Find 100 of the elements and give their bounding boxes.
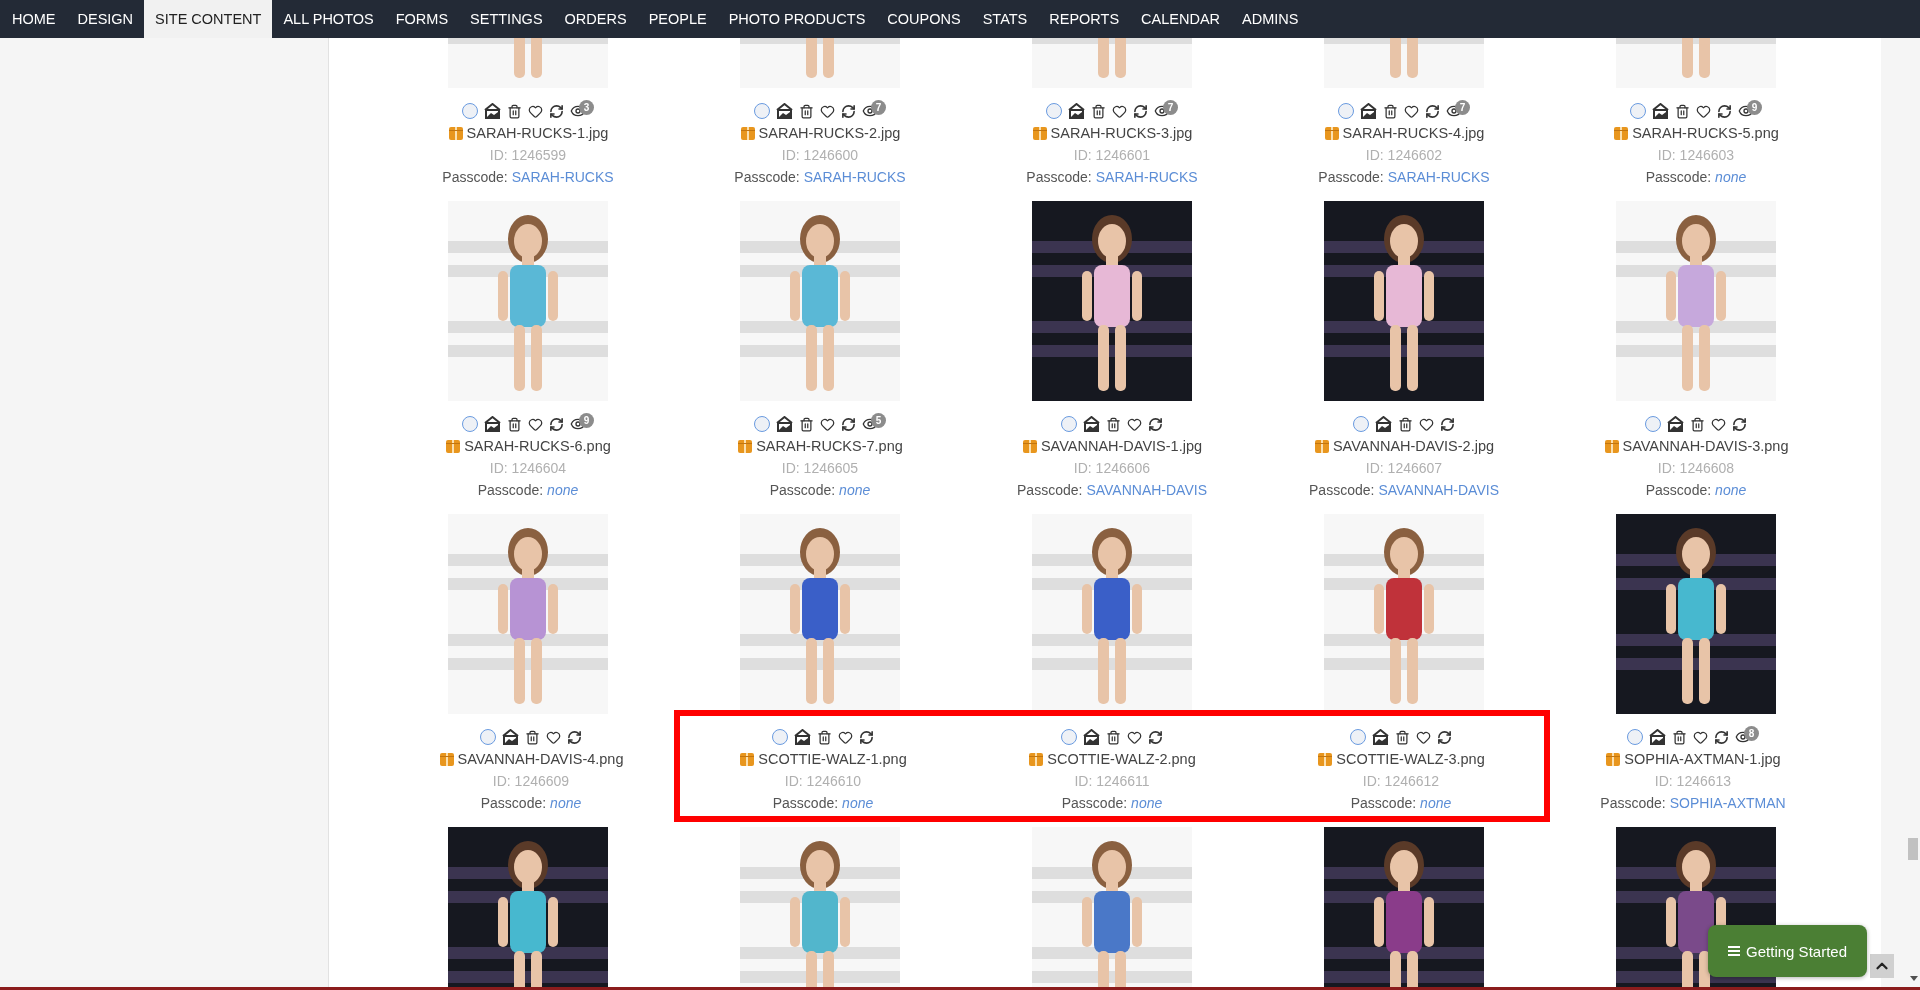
image-upload-icon[interactable] xyxy=(794,729,811,745)
select-checkbox[interactable] xyxy=(1061,416,1077,432)
refresh-icon[interactable] xyxy=(1732,416,1747,432)
image-upload-icon[interactable] xyxy=(484,103,501,119)
heart-icon[interactable] xyxy=(1127,416,1142,432)
heart-icon[interactable] xyxy=(820,416,835,432)
image-upload-icon[interactable] xyxy=(776,103,793,119)
image-upload-icon[interactable] xyxy=(1667,416,1684,432)
heart-icon[interactable] xyxy=(1404,103,1419,119)
image-upload-icon[interactable] xyxy=(1649,729,1666,745)
nav-tab[interactable]: SETTINGS xyxy=(459,0,554,38)
image-upload-icon[interactable] xyxy=(1652,103,1669,119)
nav-tab[interactable]: REPORTS xyxy=(1038,0,1131,38)
nav-tab[interactable]: ADMINS xyxy=(1231,0,1310,38)
heart-icon[interactable] xyxy=(528,103,543,119)
refresh-icon[interactable] xyxy=(549,416,564,432)
image-upload-icon[interactable] xyxy=(484,416,501,432)
nav-tab[interactable]: FORMS xyxy=(384,0,460,38)
trash-icon[interactable] xyxy=(1395,729,1410,745)
image-upload-icon[interactable] xyxy=(502,729,519,745)
nav-tab[interactable]: ORDERS xyxy=(553,0,638,38)
eye-icon[interactable] xyxy=(1738,103,1754,119)
image-upload-icon[interactable] xyxy=(1083,729,1100,745)
trash-icon[interactable] xyxy=(507,103,522,119)
refresh-icon[interactable] xyxy=(841,103,856,119)
heart-icon[interactable] xyxy=(528,416,543,432)
eye-icon[interactable] xyxy=(1446,103,1462,119)
trash-icon[interactable] xyxy=(799,103,814,119)
heart-icon[interactable] xyxy=(1419,416,1434,432)
select-checkbox[interactable] xyxy=(754,416,770,432)
trash-icon[interactable] xyxy=(1675,103,1690,119)
select-checkbox[interactable] xyxy=(1350,729,1366,745)
select-checkbox[interactable] xyxy=(1353,416,1369,432)
eye-icon[interactable] xyxy=(570,416,586,432)
nav-tab[interactable]: STATS xyxy=(971,0,1039,38)
select-checkbox[interactable] xyxy=(1627,729,1643,745)
scrollbar-thumb[interactable] xyxy=(1908,838,1918,860)
trash-icon[interactable] xyxy=(507,416,522,432)
eye-icon[interactable] xyxy=(1735,729,1751,745)
refresh-icon[interactable] xyxy=(1425,103,1440,119)
image-upload-icon[interactable] xyxy=(1083,416,1100,432)
eye-icon[interactable] xyxy=(570,103,586,119)
trash-icon[interactable] xyxy=(1398,416,1413,432)
select-checkbox[interactable] xyxy=(462,416,478,432)
trash-icon[interactable] xyxy=(1672,729,1687,745)
nav-tab[interactable]: CALENDAR xyxy=(1130,0,1232,38)
getting-started-button[interactable]: Getting Started xyxy=(1708,925,1867,977)
heart-icon[interactable] xyxy=(1112,103,1127,119)
select-checkbox[interactable] xyxy=(754,103,770,119)
trash-icon[interactable] xyxy=(1383,103,1398,119)
nav-tab[interactable]: SITE CONTENT xyxy=(144,0,273,38)
refresh-icon[interactable] xyxy=(1717,103,1732,119)
select-checkbox[interactable] xyxy=(1046,103,1062,119)
nav-tab[interactable]: DESIGN xyxy=(66,0,145,38)
select-checkbox[interactable] xyxy=(480,729,496,745)
refresh-icon[interactable] xyxy=(549,103,564,119)
heart-icon[interactable] xyxy=(820,103,835,119)
select-checkbox[interactable] xyxy=(1061,729,1077,745)
eye-icon[interactable] xyxy=(862,416,878,432)
trash-icon[interactable] xyxy=(1106,416,1121,432)
trash-icon[interactable] xyxy=(1106,729,1121,745)
heart-icon[interactable] xyxy=(1693,729,1708,745)
heart-icon[interactable] xyxy=(1696,103,1711,119)
image-upload-icon[interactable] xyxy=(1372,729,1389,745)
image-upload-icon[interactable] xyxy=(1360,103,1377,119)
trash-icon[interactable] xyxy=(1091,103,1106,119)
heart-icon[interactable] xyxy=(1127,729,1142,745)
heart-icon[interactable] xyxy=(546,729,561,745)
refresh-icon[interactable] xyxy=(859,729,874,745)
select-checkbox[interactable] xyxy=(772,729,788,745)
trash-icon[interactable] xyxy=(1690,416,1705,432)
trash-icon[interactable] xyxy=(799,416,814,432)
refresh-icon[interactable] xyxy=(1714,729,1729,745)
refresh-icon[interactable] xyxy=(1148,729,1163,745)
scroll-top-button[interactable] xyxy=(1870,954,1894,978)
heart-icon[interactable] xyxy=(838,729,853,745)
heart-icon[interactable] xyxy=(1711,416,1726,432)
refresh-icon[interactable] xyxy=(1148,416,1163,432)
trash-icon[interactable] xyxy=(525,729,540,745)
nav-tab[interactable]: HOME xyxy=(1,0,67,38)
nav-tab[interactable]: PHOTO PRODUCTS xyxy=(717,0,877,38)
refresh-icon[interactable] xyxy=(1437,729,1452,745)
select-checkbox[interactable] xyxy=(1630,103,1646,119)
image-upload-icon[interactable] xyxy=(1375,416,1392,432)
nav-tab[interactable]: PEOPLE xyxy=(637,0,718,38)
eye-icon[interactable] xyxy=(1154,103,1170,119)
refresh-icon[interactable] xyxy=(567,729,582,745)
refresh-icon[interactable] xyxy=(1133,103,1148,119)
select-checkbox[interactable] xyxy=(1338,103,1354,119)
scroll-down-icon[interactable] xyxy=(1910,976,1918,981)
refresh-icon[interactable] xyxy=(1440,416,1455,432)
image-upload-icon[interactable] xyxy=(776,416,793,432)
nav-tab[interactable]: ALL PHOTOS xyxy=(272,0,385,38)
eye-icon[interactable] xyxy=(862,103,878,119)
nav-tab[interactable]: COUPONS xyxy=(876,0,972,38)
refresh-icon[interactable] xyxy=(841,416,856,432)
select-checkbox[interactable] xyxy=(1645,416,1661,432)
image-upload-icon[interactable] xyxy=(1068,103,1085,119)
heart-icon[interactable] xyxy=(1416,729,1431,745)
trash-icon[interactable] xyxy=(817,729,832,745)
